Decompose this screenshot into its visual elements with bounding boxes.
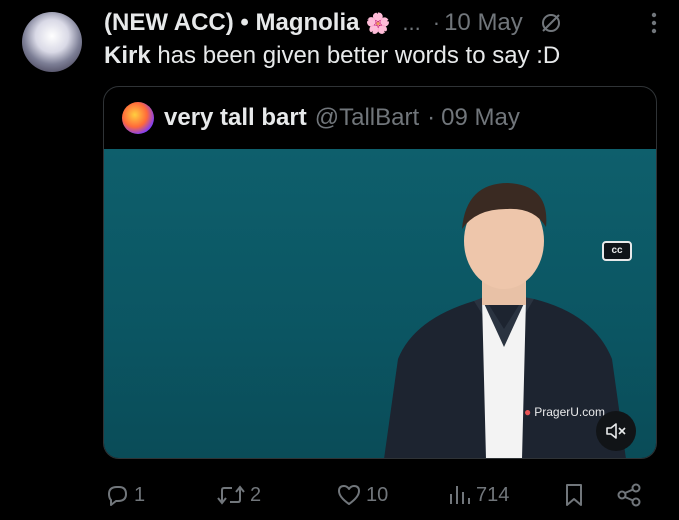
tweet-date[interactable]: 10 May — [444, 9, 523, 37]
quoted-separator: · — [427, 104, 436, 131]
mute-button[interactable] — [596, 411, 636, 451]
views-button[interactable]: 714 — [446, 480, 509, 510]
retweet-count: 2 — [250, 483, 262, 506]
like-count: 10 — [366, 483, 389, 506]
reply-count: 1 — [134, 483, 146, 506]
action-bar: 1 2 10 714 — [104, 480, 644, 510]
bookmark-button[interactable] — [562, 480, 586, 510]
cc-icon[interactable]: cc — [602, 241, 632, 261]
quoted-name[interactable]: very tall bart — [164, 104, 307, 132]
views-count: 714 — [476, 483, 510, 506]
quoted-date[interactable]: 09 May — [441, 104, 520, 132]
quoted-tweet[interactable]: very tall bart @TallBart · 09 May cc ● Pr… — [103, 86, 657, 459]
quoted-handle[interactable]: @TallBart — [315, 104, 419, 132]
bookmark-icon — [566, 484, 582, 506]
like-icon — [338, 485, 360, 505]
name-truncation: ... — [402, 10, 421, 35]
author-avatar[interactable] — [22, 12, 82, 72]
share-button[interactable] — [616, 480, 642, 510]
tweet-text: Kirk has been given better words to say … — [104, 42, 560, 70]
retweet-icon — [217, 485, 245, 505]
share-icon — [617, 483, 641, 507]
slash-icon — [541, 14, 560, 32]
reply-icon — [108, 486, 127, 506]
video-player[interactable]: cc ● PragerU.com — [104, 149, 656, 458]
retweet-button[interactable]: 2 — [216, 480, 261, 510]
tweet-header: (NEW ACC) • Magnolia 🌸 ... · 10 May — [104, 8, 639, 38]
watermark-text: PragerU.com — [534, 405, 605, 419]
quoted-avatar[interactable] — [122, 102, 154, 134]
author-name[interactable]: (NEW ACC) • Magnolia — [104, 9, 360, 37]
more-icon[interactable] — [651, 12, 657, 34]
mute-icon — [606, 423, 626, 439]
reply-button[interactable]: 1 — [104, 480, 145, 510]
video-watermark: ● PragerU.com — [524, 405, 605, 419]
like-button[interactable]: 10 — [336, 480, 388, 510]
quoted-header: very tall bart @TallBart · 09 May — [122, 101, 520, 135]
views-icon — [450, 486, 470, 504]
tweet-text-rest: has been given better words to say :D — [150, 42, 561, 69]
date-separator: · — [432, 10, 441, 35]
tweet-text-bold: Kirk — [104, 42, 151, 69]
name-emoji: 🌸 — [365, 12, 391, 35]
